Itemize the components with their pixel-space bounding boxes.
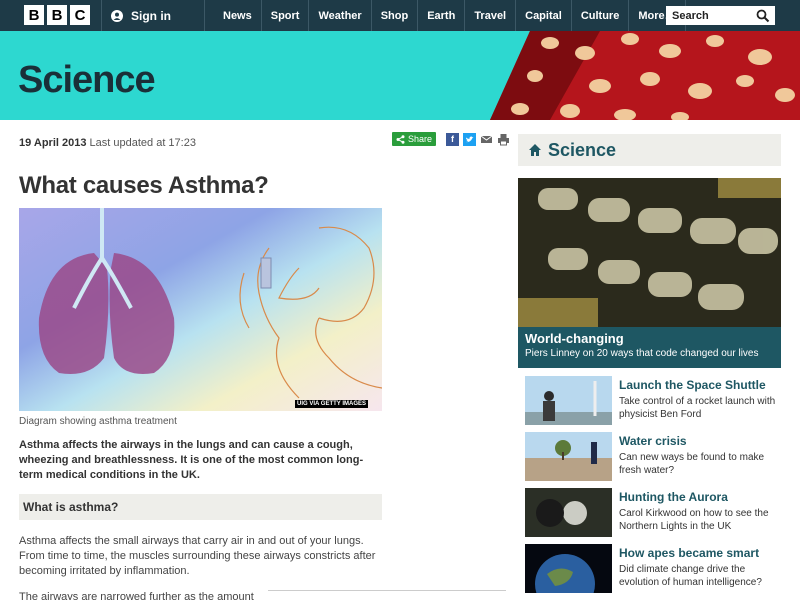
sidebar-item-title: Water crisis <box>619 434 687 448</box>
sign-in-link[interactable]: Sign in <box>101 0 205 31</box>
section-banner: Science <box>0 31 800 120</box>
aurora-thumbnail <box>525 488 612 537</box>
logo-letter: B <box>24 5 44 25</box>
feature-title: World-changing <box>525 331 624 346</box>
share-button[interactable]: Share <box>392 132 437 146</box>
search-input[interactable] <box>666 9 754 22</box>
water-crisis-thumbnail <box>525 432 612 481</box>
sidebar-item-description: Can new ways be found to make fresh wate… <box>619 452 765 476</box>
sidebar-header[interactable]: Science <box>518 134 781 166</box>
space-shuttle-thumbnail <box>525 376 612 425</box>
nav-item-culture[interactable]: Culture <box>572 0 630 31</box>
nav-item-capital[interactable]: Capital <box>516 0 572 31</box>
email-icon[interactable] <box>480 133 493 146</box>
sidebar-item[interactable]: Hunting the Aurora Carol Kirkwood on how… <box>518 488 781 540</box>
nav-item-earth[interactable]: Earth <box>418 0 466 31</box>
nav-item-news[interactable]: News <box>214 0 262 31</box>
logo-letter: B <box>47 5 67 25</box>
sidebar-item[interactable]: Water crisis Can new ways be found to ma… <box>518 432 781 484</box>
logo-letter: C <box>70 5 90 25</box>
sidebar-title: Science <box>548 139 617 160</box>
facebook-icon[interactable]: f <box>446 132 460 146</box>
search-box <box>666 6 775 25</box>
asthma-diagram-image <box>19 208 382 411</box>
home-icon <box>529 144 541 156</box>
user-icon <box>111 9 123 22</box>
feature-description: Piers Linney on 20 ways that code change… <box>525 348 759 359</box>
last-updated: Last updated at 17:23 <box>89 137 196 149</box>
bbc-logo[interactable]: B B C <box>24 5 90 25</box>
main-nav: News Sport Weather Shop Earth Travel Cap… <box>214 0 686 31</box>
article-paragraph: Asthma affects the small airways that ca… <box>19 535 376 577</box>
sidebar-item[interactable]: How apes became smart Did climate change… <box>518 544 781 596</box>
image-caption: Diagram showing asthma treatment <box>19 416 177 427</box>
image-credit: UIG VIA GETTY IMAGES <box>295 400 369 408</box>
article-headline: What causes Asthma? <box>19 172 269 199</box>
sidebar-item-title: How apes became smart <box>619 546 760 560</box>
share-icon <box>396 134 405 144</box>
section-subheading: What is asthma? <box>19 494 382 520</box>
divider <box>268 590 506 591</box>
article-date: 19 April 2013 <box>19 137 87 149</box>
share-bar: Share f <box>392 132 510 146</box>
feature-valves-image[interactable] <box>518 178 781 327</box>
share-label: Share <box>408 134 433 144</box>
sidebar-item-title: Launch the Space Shuttle <box>619 378 766 392</box>
sidebar-item-description: Carol Kirkwood on how to see the Norther… <box>619 508 769 532</box>
earth-thumbnail <box>525 544 612 593</box>
sidebar-item-description: Did climate change drive the evolution o… <box>619 564 762 588</box>
feature-panel[interactable]: World-changing Piers Linney on 20 ways t… <box>518 327 781 368</box>
print-icon[interactable] <box>497 133 510 146</box>
banner-cells-image <box>490 31 800 120</box>
nav-item-travel[interactable]: Travel <box>465 0 517 31</box>
nav-item-weather[interactable]: Weather <box>309 0 372 31</box>
sidebar-item-description: Take control of a rocket launch with phy… <box>619 396 776 420</box>
article-intro: Asthma affects the airways in the lungs … <box>19 439 364 481</box>
sign-in-label: Sign in <box>131 8 171 23</box>
top-nav-bar: B B C Sign in News Sport Weather Shop Ea… <box>0 0 800 31</box>
nav-item-sport[interactable]: Sport <box>262 0 310 31</box>
search-icon[interactable] <box>756 9 770 23</box>
nav-item-shop[interactable]: Shop <box>372 0 419 31</box>
article-meta: 19 April 2013 Last updated at 17:23 <box>19 137 196 149</box>
sidebar-item[interactable]: Launch the Space Shuttle Take control of… <box>518 376 781 428</box>
twitter-icon[interactable] <box>463 132 477 146</box>
sidebar-item-title: Hunting the Aurora <box>619 490 728 504</box>
section-title[interactable]: Science <box>18 59 156 102</box>
article-paragraph: The airways are narrowed further as the … <box>19 591 254 600</box>
